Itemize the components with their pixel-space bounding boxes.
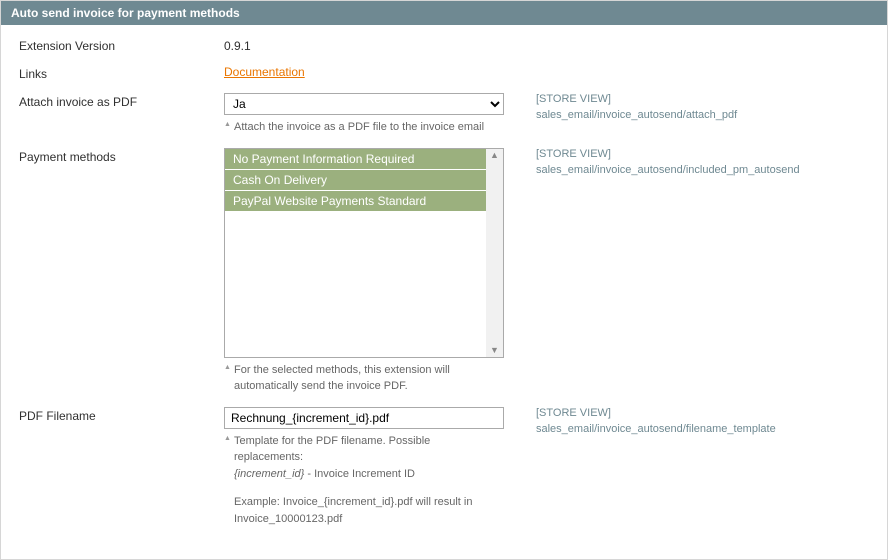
row-attach-pdf: Attach invoice as PDF Ja Attach the invo… [19, 93, 869, 136]
label-attach-pdf: Attach invoice as PDF [19, 93, 224, 109]
scroll-up-icon[interactable]: ▲ [490, 151, 499, 160]
payment-methods-multiselect[interactable]: No Payment Information Required Cash On … [224, 148, 504, 358]
payment-method-option[interactable]: No Payment Information Required [225, 149, 486, 170]
hint-pdf-filename: Template for the PDF filename. Possible … [224, 433, 514, 528]
hint-attach-pdf: Attach the invoice as a PDF file to the … [224, 119, 514, 136]
path-attach-pdf: sales_email/invoice_autosend/attach_pdf [536, 109, 869, 121]
scroll-down-icon[interactable]: ▼ [490, 346, 499, 355]
payment-method-option[interactable]: Cash On Delivery [225, 170, 486, 191]
documentation-link[interactable]: Documentation [224, 65, 305, 79]
label-payment-methods: Payment methods [19, 148, 224, 164]
scope-attach-pdf: [STORE VIEW] [536, 93, 869, 105]
label-links: Links [19, 65, 224, 81]
row-pdf-filename: PDF Filename Template for the PDF filena… [19, 407, 869, 528]
path-pdf-filename: sales_email/invoice_autosend/filename_te… [536, 423, 869, 435]
scope-payment-methods: [STORE VIEW] [536, 148, 869, 160]
value-extension-version: 0.9.1 [224, 37, 514, 53]
path-payment-methods: sales_email/invoice_autosend/included_pm… [536, 164, 869, 176]
row-payment-methods: Payment methods No Payment Information R… [19, 148, 869, 395]
label-extension-version: Extension Version [19, 37, 224, 53]
attach-pdf-select[interactable]: Ja [224, 93, 504, 115]
panel-title: Auto send invoice for payment methods [1, 1, 887, 25]
payment-method-option[interactable]: PayPal Website Payments Standard [225, 191, 486, 212]
multiselect-scrollbar[interactable]: ▲ ▼ [486, 149, 503, 357]
hint-payment-methods: For the selected methods, this extension… [224, 362, 514, 395]
panel-body: Extension Version 0.9.1 Links Documentat… [1, 25, 887, 559]
label-pdf-filename: PDF Filename [19, 407, 224, 423]
pdf-filename-input[interactable] [224, 407, 504, 429]
row-extension-version: Extension Version 0.9.1 [19, 37, 869, 53]
config-panel: Auto send invoice for payment methods Ex… [0, 0, 888, 560]
row-links: Links Documentation [19, 65, 869, 81]
scope-pdf-filename: [STORE VIEW] [536, 407, 869, 419]
